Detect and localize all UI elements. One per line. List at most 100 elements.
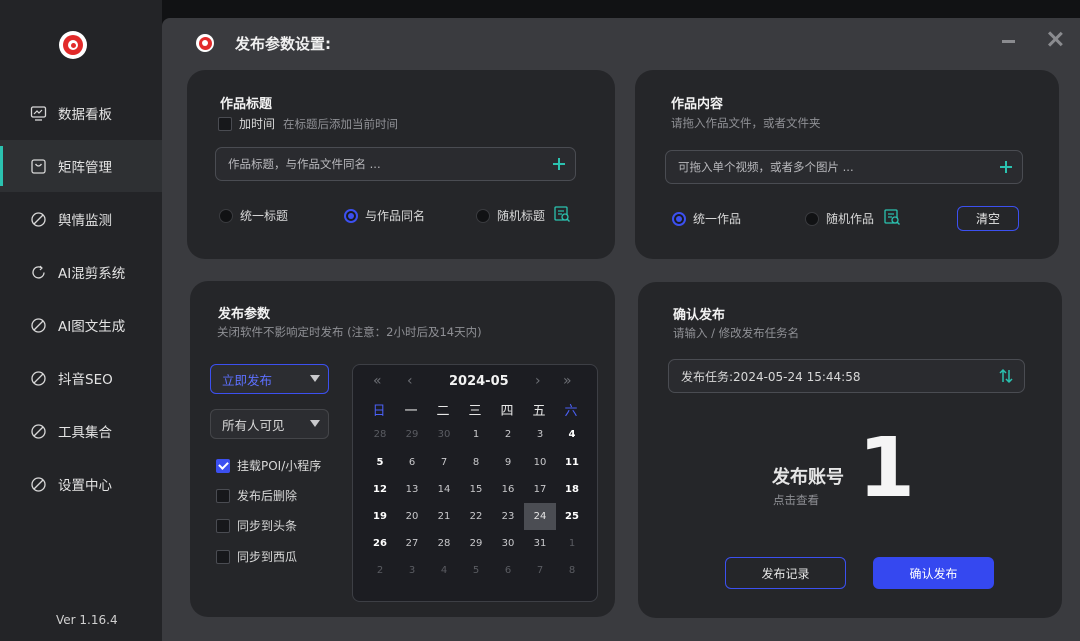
publish-mode-select[interactable]: 立即发布 bbox=[210, 364, 329, 394]
check-sync-xigua[interactable]: 同步到西瓜 bbox=[216, 548, 297, 565]
radio-circle[interactable] bbox=[805, 211, 819, 226]
calendar-day[interactable]: 16 bbox=[492, 476, 524, 503]
sidebar-item-dashboard[interactable]: 数据看板 bbox=[0, 87, 162, 139]
calendar-day[interactable]: 4 bbox=[428, 557, 460, 584]
calendar-day[interactable]: 30 bbox=[428, 421, 460, 448]
calendar-day[interactable]: 24 bbox=[524, 503, 556, 530]
calendar-day[interactable]: 1 bbox=[556, 530, 588, 557]
publish-mode-value: 立即发布 bbox=[222, 372, 273, 388]
radio-circle[interactable] bbox=[219, 208, 233, 223]
sidebar-item-ai-image-text[interactable]: AI图文生成 bbox=[0, 299, 162, 351]
calendar-day[interactable]: 2 bbox=[364, 557, 396, 584]
calendar-weekday: 六 bbox=[564, 404, 578, 419]
calendar-day[interactable]: 30 bbox=[492, 530, 524, 557]
check-delete-after[interactable]: 发布后删除 bbox=[216, 487, 297, 504]
close-icon[interactable] bbox=[1046, 30, 1064, 48]
add-title-plus-icon[interactable] bbox=[551, 156, 567, 172]
view-accounts-link[interactable]: 点击查看 bbox=[773, 492, 819, 508]
calendar-day[interactable]: 31 bbox=[524, 530, 556, 557]
calendar-day[interactable]: 7 bbox=[428, 449, 460, 476]
check-poi[interactable]: 挂载POI/小程序 bbox=[216, 457, 321, 474]
calendar-day[interactable]: 1 bbox=[460, 421, 492, 448]
calendar-day[interactable]: 4 bbox=[556, 421, 588, 448]
calendar-day[interactable]: 21 bbox=[428, 503, 460, 530]
calendar-day[interactable]: 19 bbox=[364, 503, 396, 530]
calendar-day[interactable]: 25 bbox=[556, 503, 588, 530]
task-name-input[interactable]: 发布任务:2024-05-24 15:44:58 bbox=[668, 359, 1025, 393]
calendar-day[interactable]: 9 bbox=[492, 449, 524, 476]
title-library-icon[interactable] bbox=[553, 205, 571, 223]
checkbox-box[interactable] bbox=[216, 549, 230, 564]
calendar-day[interactable]: 28 bbox=[428, 530, 460, 557]
checkbox-box[interactable] bbox=[216, 488, 230, 503]
swap-icon[interactable] bbox=[998, 368, 1014, 384]
clear-button[interactable]: 清空 bbox=[957, 206, 1019, 231]
calendar-day[interactable]: 12 bbox=[364, 476, 396, 503]
content-library-icon[interactable] bbox=[883, 208, 901, 226]
calendar-day[interactable]: 18 bbox=[556, 476, 588, 503]
calendar-day[interactable]: 8 bbox=[460, 449, 492, 476]
radio-random-title[interactable]: 随机标题 bbox=[476, 207, 545, 224]
sidebar-item-matrix[interactable]: 矩阵管理 bbox=[0, 140, 162, 192]
radio-same-as-file[interactable]: 与作品同名 bbox=[344, 207, 425, 224]
calendar-day[interactable]: 29 bbox=[460, 530, 492, 557]
sidebar-item-tools[interactable]: 工具集合 bbox=[0, 405, 162, 457]
confirm-publish-button[interactable]: 确认发布 bbox=[873, 557, 994, 589]
sidebar-item-label: 设置中心 bbox=[58, 478, 112, 494]
calendar-day[interactable]: 22 bbox=[460, 503, 492, 530]
radio-label: 统一作品 bbox=[693, 212, 742, 226]
add-time-checkbox[interactable]: 加时间 在标题后添加当前时间 bbox=[218, 115, 398, 132]
slash-circle-icon bbox=[30, 211, 47, 228]
calendar-day[interactable]: 28 bbox=[364, 421, 396, 448]
radio-circle[interactable] bbox=[672, 211, 686, 226]
calendar-weekday: 四 bbox=[500, 404, 514, 419]
radio-unified-title[interactable]: 统一标题 bbox=[219, 207, 288, 224]
prev-year-icon[interactable]: « bbox=[373, 373, 382, 389]
calendar-day[interactable]: 23 bbox=[492, 503, 524, 530]
check-sync-toutiao[interactable]: 同步到头条 bbox=[216, 517, 297, 534]
calendar-day[interactable]: 6 bbox=[396, 449, 428, 476]
checkbox-box[interactable] bbox=[216, 458, 230, 473]
checkbox-box[interactable] bbox=[216, 518, 230, 533]
calendar-day[interactable]: 2 bbox=[492, 421, 524, 448]
next-month-icon[interactable]: › bbox=[535, 373, 541, 389]
calendar-day[interactable]: 10 bbox=[524, 449, 556, 476]
calendar-day[interactable]: 7 bbox=[524, 557, 556, 584]
radio-circle[interactable] bbox=[344, 208, 358, 223]
calendar-day[interactable]: 14 bbox=[428, 476, 460, 503]
prev-month-icon[interactable]: ‹ bbox=[407, 373, 413, 389]
publish-history-button[interactable]: 发布记录 bbox=[725, 557, 846, 589]
minimize-icon[interactable] bbox=[1002, 40, 1015, 43]
calendar-day[interactable]: 5 bbox=[364, 449, 396, 476]
calendar-day[interactable]: 8 bbox=[556, 557, 588, 584]
calendar-day[interactable]: 13 bbox=[396, 476, 428, 503]
calendar-day[interactable]: 20 bbox=[396, 503, 428, 530]
content-input[interactable]: 可拖入单个视频，或者多个图片 ... bbox=[665, 150, 1023, 184]
calendar-day[interactable]: 3 bbox=[524, 421, 556, 448]
calendar-day[interactable]: 5 bbox=[460, 557, 492, 584]
radio-random-content[interactable]: 随机作品 bbox=[805, 210, 874, 227]
calendar-day[interactable]: 29 bbox=[396, 421, 428, 448]
radio-unified-content[interactable]: 统一作品 bbox=[672, 210, 741, 227]
account-label: 发布账号 bbox=[772, 467, 844, 488]
title-input[interactable]: 作品标题，与作品文件同名 ... bbox=[215, 147, 576, 181]
checkbox-box[interactable] bbox=[218, 116, 232, 131]
add-content-plus-icon[interactable] bbox=[998, 159, 1014, 175]
visibility-select[interactable]: 所有人可见 bbox=[210, 409, 329, 439]
calendar-day[interactable]: 3 bbox=[396, 557, 428, 584]
calendar-weekday: 日 bbox=[372, 404, 386, 419]
calendar-day[interactable]: 27 bbox=[396, 530, 428, 557]
calendar-day[interactable]: 11 bbox=[556, 449, 588, 476]
calendar-day[interactable]: 26 bbox=[364, 530, 396, 557]
sidebar-item-douyin-seo[interactable]: 抖音SEO bbox=[0, 352, 162, 404]
sidebar-item-monitor[interactable]: 舆情监测 bbox=[0, 193, 162, 245]
sidebar-item-ai-remix[interactable]: AI混剪系统 bbox=[0, 246, 162, 298]
sidebar-item-label: 矩阵管理 bbox=[58, 160, 112, 176]
sidebar-item-settings[interactable]: 设置中心 bbox=[0, 458, 162, 510]
calendar-day[interactable]: 17 bbox=[524, 476, 556, 503]
calendar-day[interactable]: 15 bbox=[460, 476, 492, 503]
next-year-icon[interactable]: » bbox=[563, 373, 572, 389]
calendar-day[interactable]: 6 bbox=[492, 557, 524, 584]
sidebar-item-label: 舆情监测 bbox=[58, 213, 112, 229]
radio-circle[interactable] bbox=[476, 208, 490, 223]
